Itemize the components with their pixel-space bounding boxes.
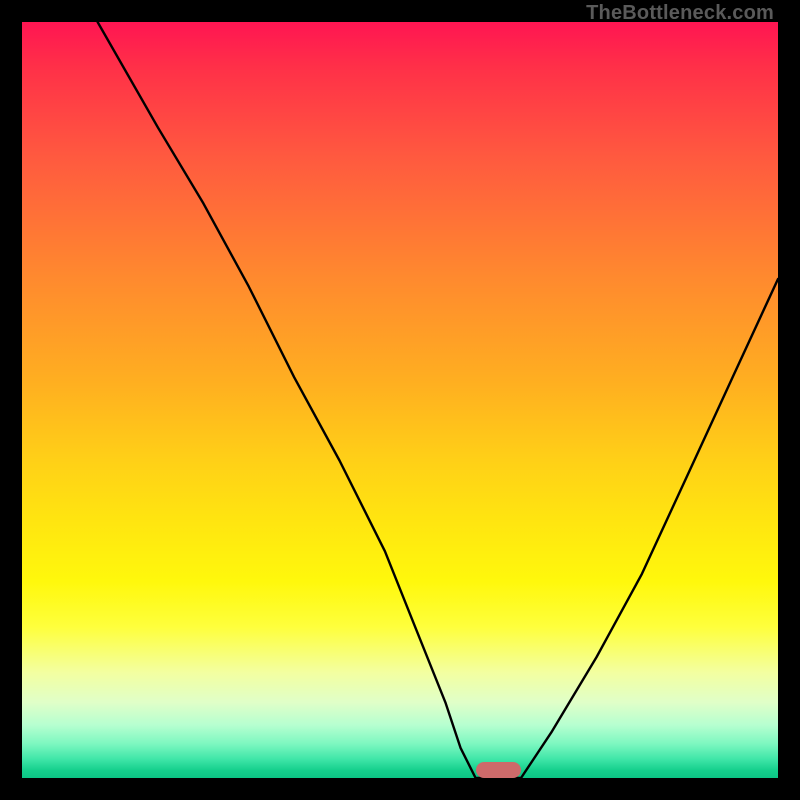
optimal-marker bbox=[476, 762, 521, 778]
bottleneck-curve bbox=[22, 22, 778, 778]
chart-frame: TheBottleneck.com bbox=[0, 0, 800, 800]
plot-area bbox=[22, 22, 778, 778]
curve-path bbox=[98, 22, 778, 778]
